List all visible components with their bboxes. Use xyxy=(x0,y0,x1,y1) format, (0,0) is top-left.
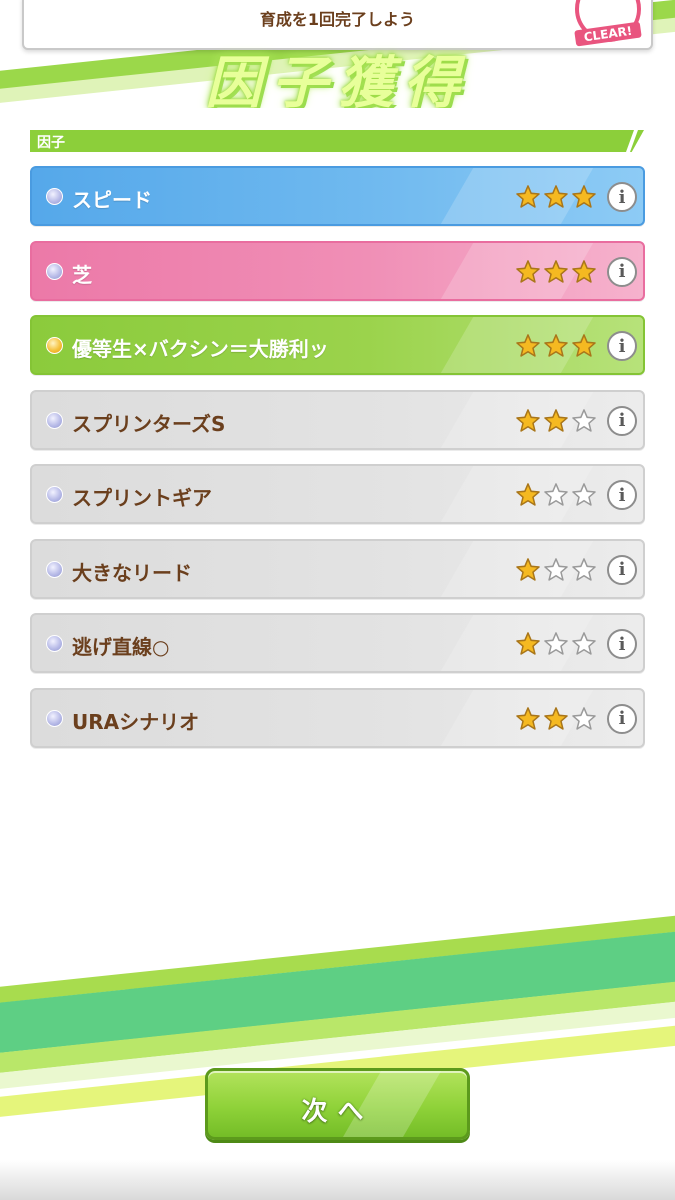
star-filled-icon xyxy=(572,185,596,208)
factor-row[interactable]: URAシナリオ i xyxy=(30,687,645,748)
bottom-fog xyxy=(0,1160,675,1200)
factor-rank-dot-icon xyxy=(46,188,63,205)
star-rating xyxy=(515,333,597,359)
star-filled-icon xyxy=(516,259,540,283)
star-empty-icon xyxy=(572,408,596,432)
star-filled-icon xyxy=(516,632,540,655)
factor-list: スピード i 芝 i 優等生×バクシン＝大勝利ッ i スプリンターズS i スプ… xyxy=(30,166,645,762)
factor-row[interactable]: スプリントギア i xyxy=(30,464,645,524)
star-empty-icon xyxy=(544,557,568,581)
star-filled-icon xyxy=(516,334,540,357)
star-filled-icon xyxy=(544,259,568,283)
factor-row[interactable]: 芝 i xyxy=(30,240,645,301)
star-rating xyxy=(515,184,597,210)
star-empty-icon xyxy=(544,632,568,655)
info-button[interactable]: i xyxy=(607,405,637,436)
factor-rank-dot-icon xyxy=(46,560,63,578)
star-rating xyxy=(515,557,597,583)
factor-name: 優等生×バクシン＝大勝利ッ xyxy=(72,337,329,361)
next-button-label: 次へ xyxy=(301,1097,374,1127)
star-filled-icon xyxy=(516,483,540,506)
info-button[interactable]: i xyxy=(607,480,637,510)
star-filled-icon xyxy=(516,408,540,432)
star-rating xyxy=(515,482,597,508)
star-rating xyxy=(515,706,597,732)
info-button[interactable]: i xyxy=(607,703,637,734)
star-rating xyxy=(515,631,597,657)
factor-row[interactable]: 逃げ直線○ i xyxy=(30,613,645,673)
info-button[interactable]: i xyxy=(607,256,637,287)
star-empty-icon xyxy=(572,706,596,730)
factor-rank-dot-icon xyxy=(46,411,63,429)
page-title: 因子獲得 xyxy=(205,51,470,108)
star-filled-icon xyxy=(572,259,596,283)
star-rating xyxy=(515,259,597,285)
section-header-notch xyxy=(625,130,639,152)
section-header: 因子 xyxy=(30,130,644,152)
next-button[interactable]: 次へ xyxy=(205,1068,470,1140)
star-filled-icon xyxy=(544,185,568,208)
star-filled-icon xyxy=(544,706,568,730)
info-button[interactable]: i xyxy=(607,182,637,212)
factor-row[interactable]: 優等生×バクシン＝大勝利ッ i xyxy=(30,315,645,375)
factor-name: 逃げ直線○ xyxy=(72,635,170,659)
star-empty-icon xyxy=(572,632,596,655)
star-filled-icon xyxy=(516,185,540,208)
info-button[interactable]: i xyxy=(607,554,637,585)
star-rating xyxy=(515,408,597,434)
star-filled-icon xyxy=(516,557,540,581)
factor-rank-dot-icon xyxy=(46,337,63,354)
factor-row[interactable]: スプリンターズS i xyxy=(30,389,645,450)
factor-name: URAシナリオ xyxy=(72,709,200,734)
star-filled-icon xyxy=(516,706,540,730)
factor-row[interactable]: スピード i xyxy=(30,166,645,226)
mission-text: 育成を1回完了しよう xyxy=(259,10,416,29)
star-empty-icon xyxy=(572,483,596,506)
factor-rank-dot-icon xyxy=(46,635,63,652)
star-empty-icon xyxy=(572,557,596,581)
info-button[interactable]: i xyxy=(607,331,637,361)
factor-name: 大きなリード xyxy=(72,560,192,585)
bottom-background xyxy=(0,880,675,1200)
factor-rank-dot-icon xyxy=(46,709,63,727)
factor-row[interactable]: 大きなリード i xyxy=(30,538,645,599)
star-filled-icon xyxy=(544,408,568,432)
star-filled-icon xyxy=(544,334,568,357)
star-filled-icon xyxy=(572,334,596,357)
factor-name: スピード xyxy=(72,188,152,212)
factor-rank-dot-icon xyxy=(46,262,63,280)
factor-name: スプリントギア xyxy=(72,486,212,510)
section-header-label: 因子 xyxy=(37,135,65,151)
info-button[interactable]: i xyxy=(607,629,637,659)
factor-name: スプリンターズS xyxy=(72,411,226,436)
factor-name: 芝 xyxy=(72,262,92,287)
factor-rank-dot-icon xyxy=(46,486,63,503)
star-empty-icon xyxy=(544,483,568,506)
